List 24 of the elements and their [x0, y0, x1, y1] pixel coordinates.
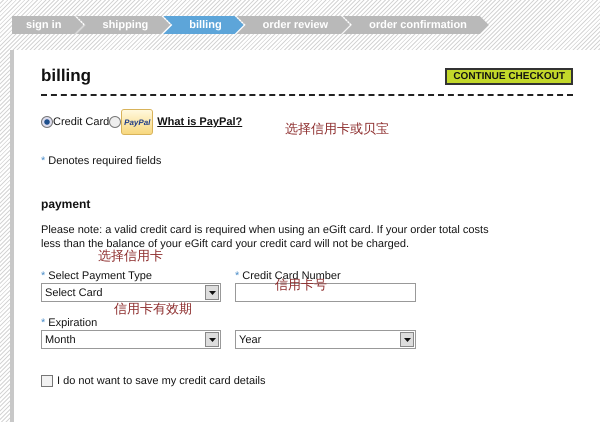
required-mark: *	[41, 317, 46, 329]
notice-text: Please note: a valid credit card is required when using an eGift card. If your order total costs less than the balance of your eGift card your credit card will not be charged.	[41, 223, 490, 250]
required-mark: *	[41, 155, 46, 167]
page-title: billing	[41, 66, 92, 86]
required-note: Denotes required fields	[48, 155, 162, 167]
radio-button[interactable]	[109, 116, 122, 128]
checkbox[interactable]	[41, 375, 53, 387]
month-select[interactable]: Month	[41, 330, 221, 349]
field-label: Select Payment Type	[48, 270, 152, 282]
section-title: payment	[41, 197, 92, 211]
annotation-text: 选择信用卡	[98, 249, 163, 265]
radio-label: Credit Card	[53, 116, 110, 128]
required-mark: *	[235, 270, 240, 282]
paypal-info-link[interactable]: What is PayPal?	[157, 116, 242, 128]
year-select[interactable]: Year	[235, 330, 416, 349]
continue-checkout-button[interactable]: CONTINUE CHECKOUT	[445, 68, 573, 84]
checkbox-label: I do not want to save my credit card details	[57, 375, 266, 387]
field-label: Expiration	[48, 317, 98, 329]
payment-type-select[interactable]: Select Card	[41, 283, 221, 302]
paypal-logo: PayPal	[121, 109, 154, 135]
annotation-text: 选择信用卡或贝宝	[285, 121, 389, 138]
annotation-text: 信用卡有效期	[114, 301, 192, 318]
required-mark: *	[41, 270, 46, 282]
radio-button[interactable]	[41, 116, 53, 128]
